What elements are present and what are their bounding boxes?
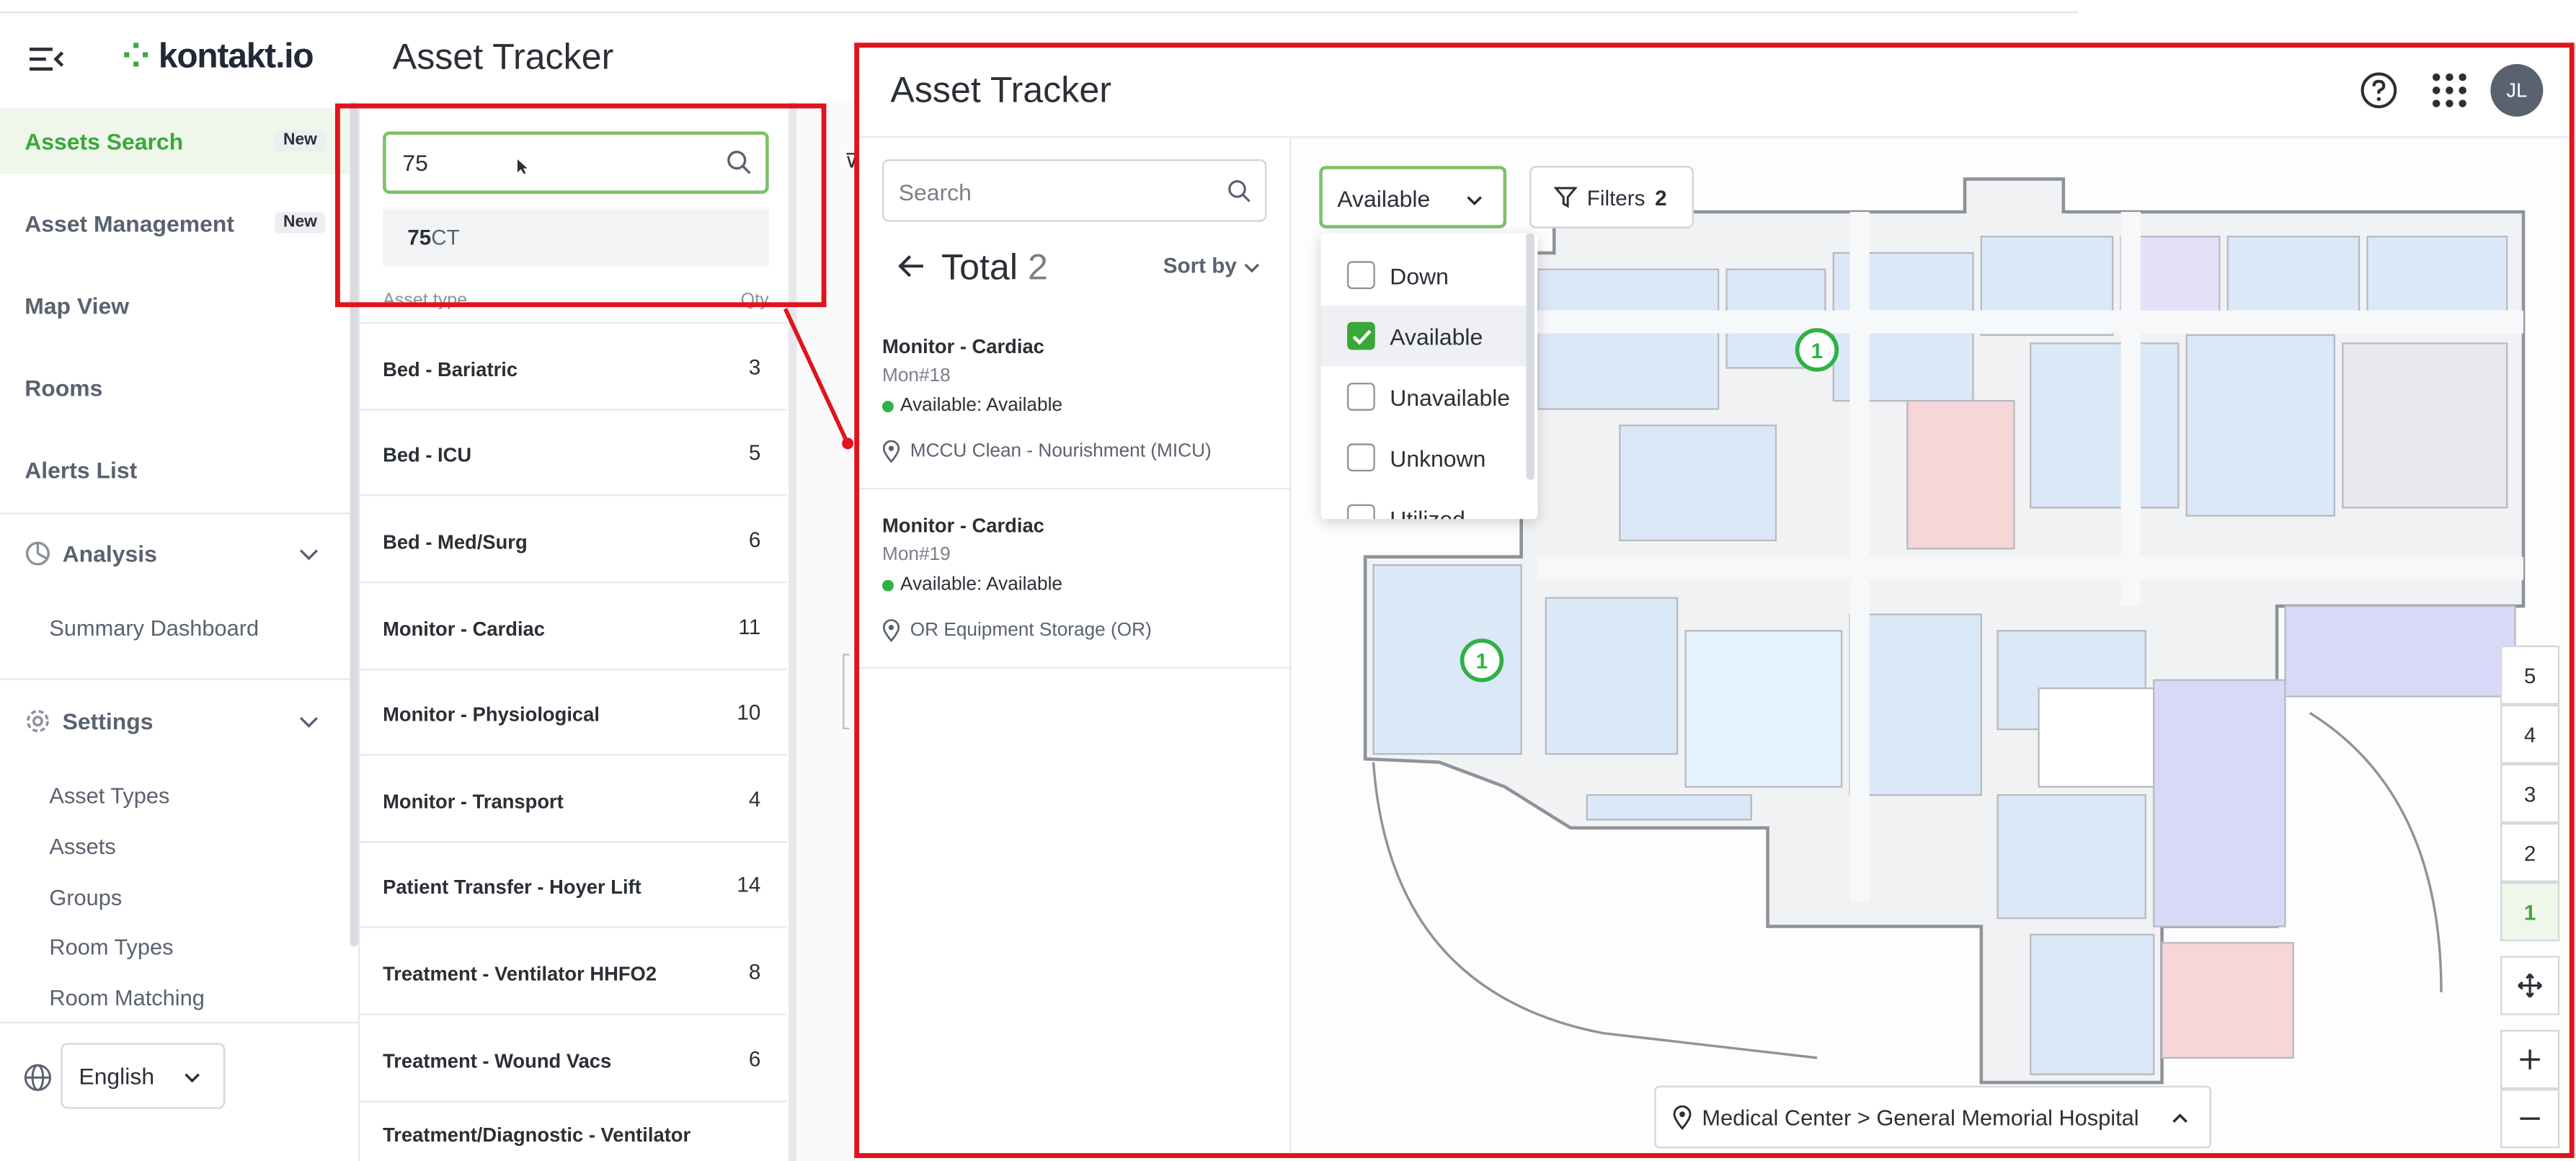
highlight-tracker-panel [854,43,2575,1158]
